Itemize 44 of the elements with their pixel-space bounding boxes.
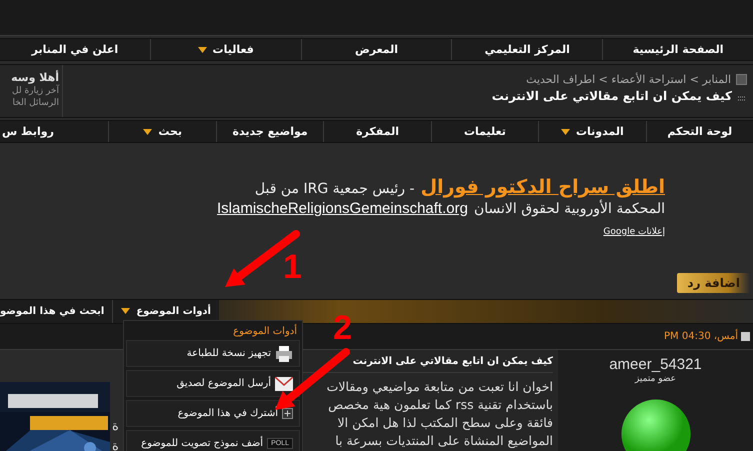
annotation-number: 2 — [333, 313, 352, 343]
envelope-icon — [275, 376, 293, 390]
last-visit-text: آخر زيارة لل — [11, 85, 60, 97]
post-text: اخوان انا تعبت من متابعة مواضيعي ومقالات — [326, 378, 553, 396]
welcome-text: أهلا وسه — [10, 71, 60, 84]
printer-icon — [275, 346, 293, 362]
post-text: ة — [112, 438, 119, 451]
nav-link[interactable]: الصفحة الرئيسية — [602, 39, 753, 60]
nav-link[interactable]: بحث — [108, 121, 216, 142]
nav-link[interactable]: فعاليات — [150, 39, 301, 60]
nav-link[interactable]: المركز التعليمي — [451, 39, 602, 60]
thread-title: كيف يمكن ان اتابع مقالاتي على الانترنت — [492, 89, 732, 103]
menu-item[interactable]: أشترك في هذا الموضوع — [126, 400, 300, 427]
username-link[interactable]: ameer_54321 — [609, 356, 702, 373]
breadcrumb-path[interactable]: المنابر > استراحة الأعضاء > اطراف الحديث — [526, 73, 731, 86]
ad-headline-link[interactable]: اطلق سراح الدكتور فورال — [420, 176, 665, 198]
plus-icon — [282, 408, 293, 419]
nav-link[interactable]: المعرض — [300, 39, 452, 60]
nav-link[interactable]: المدونات — [538, 121, 646, 142]
nav-link[interactable]: اعلن في المنابر — [0, 39, 150, 60]
post-text: المواضيع المنشاة على المنتديات بسرعة با — [334, 432, 553, 450]
post-date: أمس، 04:30 PM — [664, 331, 738, 342]
menu-item[interactable]: تجهيز نسخة للطباعة — [126, 340, 300, 367]
nav-link[interactable]: روابط س — [0, 121, 108, 142]
menu-item[interactable]: أرسل الموضوع لصديق — [126, 370, 300, 397]
nav-link[interactable]: تعليمات — [430, 121, 538, 142]
reply-button[interactable]: اضافة رد — [677, 273, 750, 293]
ad-url-link[interactable]: IslamischeReligionsGemeinschaft.org — [217, 200, 468, 217]
nav-link[interactable]: مواضيع جديدة — [216, 121, 324, 142]
ads-by-google-link[interactable]: إعلانات Google — [603, 227, 665, 237]
ad-text: - رئيس جمعية IRG من قبل — [254, 181, 415, 197]
square-icon — [736, 74, 747, 85]
nav-link[interactable]: لوحة التحكم — [646, 121, 753, 142]
user-rank: عضو متميز — [634, 374, 676, 384]
post-text: باستخدام تقنية rss كما تعلمون هية مخصص — [327, 396, 553, 414]
post-title: كيف يمكن ان اتابع مقالاتي على الانترنت — [303, 356, 553, 373]
annotation-number: 1 — [283, 252, 302, 282]
ad-text: المحكمة الأوروبية لحقوق الانسان — [474, 201, 665, 217]
post-icon — [741, 332, 750, 341]
nav-link[interactable]: المفكرة — [323, 121, 431, 142]
messages-link[interactable]: الرسائل الخا — [0, 97, 62, 109]
menu-header: أدوات الموضوع — [232, 323, 298, 339]
post-text: فائقة وعلى سطح المكتب لذا هل امكن الا — [336, 414, 553, 432]
post-text: ة — [112, 418, 119, 436]
